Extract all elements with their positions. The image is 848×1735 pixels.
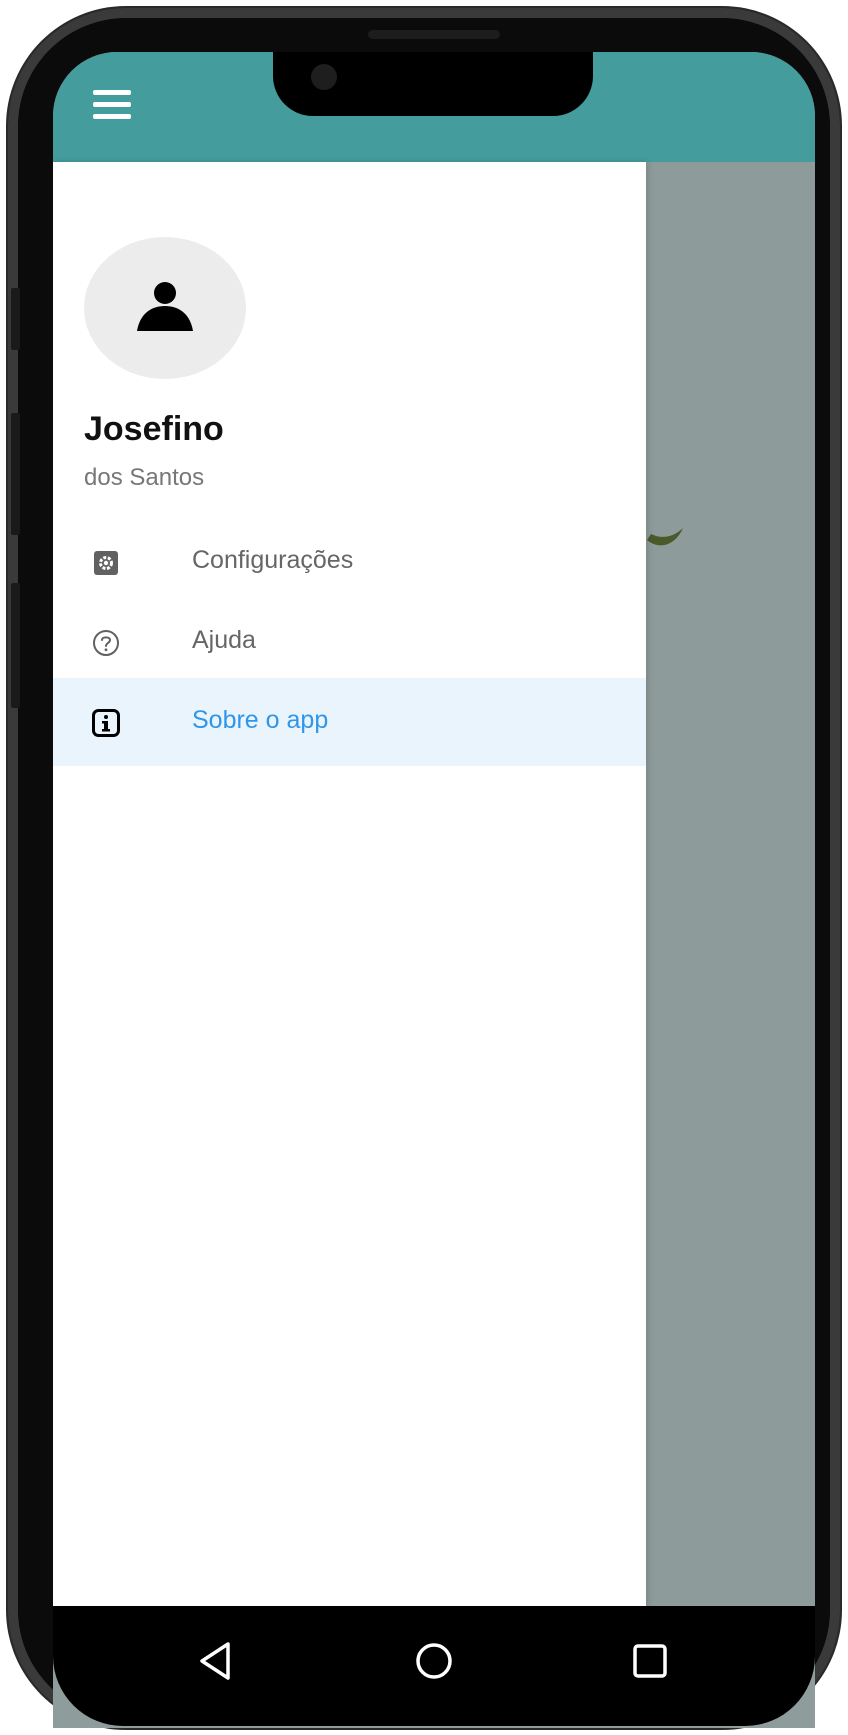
- background-leaf-icon: [647, 528, 683, 546]
- avatar[interactable]: [84, 237, 246, 379]
- hamburger-menu-icon[interactable]: [93, 90, 131, 120]
- screen: Josefino dos Santos Configurações Ajuda: [53, 52, 815, 1728]
- menu-item-configuracoes[interactable]: Configurações: [53, 518, 646, 606]
- system-navigation-bar: [53, 1606, 815, 1726]
- settings-gear-icon: [94, 551, 118, 575]
- power-button: [11, 583, 20, 708]
- user-silhouette-icon: [137, 282, 193, 331]
- front-camera: [311, 64, 337, 90]
- menu-item-label: Sobre o app: [192, 706, 329, 734]
- menu-item-ajuda[interactable]: Ajuda: [53, 598, 646, 686]
- earpiece-speaker: [368, 30, 500, 39]
- recents-square-icon[interactable]: [625, 1636, 675, 1686]
- user-first-name: Josefino: [84, 410, 224, 448]
- home-circle-icon[interactable]: [409, 1636, 459, 1686]
- menu-item-label: Configurações: [192, 546, 354, 574]
- menu-item-sobre-o-app[interactable]: Sobre o app: [53, 678, 646, 766]
- info-icon: [92, 709, 120, 737]
- volume-up-button: [11, 288, 20, 350]
- user-last-name: dos Santos: [84, 464, 205, 491]
- menu-item-label: Ajuda: [192, 626, 256, 654]
- help-circle-icon: [93, 630, 119, 656]
- navigation-drawer: Josefino dos Santos Configurações Ajuda: [53, 162, 646, 1606]
- back-triangle-icon[interactable]: [190, 1636, 240, 1686]
- volume-down-button: [11, 413, 20, 535]
